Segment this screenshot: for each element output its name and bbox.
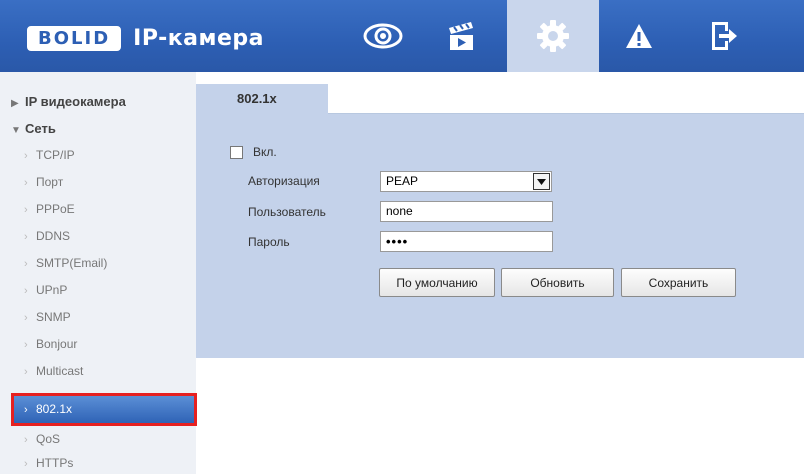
auth-select[interactable]: PEAP <box>380 171 552 192</box>
sidebar-item-label: UPnP <box>36 283 68 297</box>
tab-bar: 802.1x <box>196 84 804 114</box>
chevron-down-icon[interactable] <box>533 173 550 190</box>
sidebar-section-label: IP видеокамера <box>25 94 126 109</box>
gear-icon <box>537 20 569 52</box>
sidebar-item-label: Multicast <box>36 364 84 378</box>
nav-alarm[interactable] <box>608 0 670 72</box>
sidebar-item-label: SMTP(Email) <box>36 256 108 270</box>
default-button[interactable]: По умолчанию <box>379 268 495 297</box>
top-header: BOLID IP-камера <box>0 0 804 72</box>
sidebar-item-label: PPPoE <box>36 202 75 216</box>
sidebar-item-label: Bonjour <box>36 337 78 351</box>
chevron-right-icon: › <box>24 339 28 351</box>
sidebar-item-label: TCP/IP <box>36 148 75 162</box>
sidebar-item-multicast[interactable]: › Multicast <box>0 358 196 385</box>
sidebar-item-port[interactable]: › Порт <box>0 169 196 196</box>
password-input[interactable]: •••• <box>380 231 553 252</box>
chevron-right-icon: › <box>24 285 28 297</box>
sidebar-item-802-1x[interactable]: › 802.1x <box>11 393 197 426</box>
expand-arrow-icon: ▶ <box>11 98 19 109</box>
sidebar-item-ddns[interactable]: › DDNS <box>0 223 196 250</box>
sidebar-item-bonjour[interactable]: › Bonjour <box>0 331 196 358</box>
nav-logout[interactable] <box>693 0 755 72</box>
sidebar-item-label: QoS <box>36 432 61 446</box>
clapperboard-icon <box>449 22 473 50</box>
enable-label: Вкл. <box>253 145 277 159</box>
eye-icon <box>363 23 403 49</box>
chevron-right-icon: › <box>24 231 28 243</box>
warning-icon <box>626 24 652 48</box>
password-label: Пароль <box>248 235 290 249</box>
sidebar-item-upnp[interactable]: › UPnP <box>0 277 196 304</box>
chevron-right-icon: › <box>24 204 28 216</box>
sidebar-item-https[interactable]: › HTTPs <box>0 450 196 474</box>
save-button[interactable]: Сохранить <box>621 268 736 297</box>
sidebar-item-qos[interactable]: › QoS <box>0 426 196 453</box>
sidebar-section-network[interactable]: ▼ Сеть <box>0 115 196 142</box>
nav-settings[interactable] <box>507 0 599 72</box>
tab-802-1x[interactable]: 802.1x <box>196 84 328 114</box>
nav-live-view[interactable] <box>352 0 414 72</box>
bolid-logo: BOLID <box>27 25 122 51</box>
sidebar-section-label: Сеть <box>25 121 56 136</box>
sidebar-item-label: SNMP <box>36 310 71 324</box>
sidebar-item-pppoe[interactable]: › PPPoE <box>0 196 196 223</box>
enable-row: Вкл. <box>230 144 277 160</box>
auth-label: Авторизация <box>248 174 320 188</box>
sidebar-item-snmp[interactable]: › SNMP <box>0 304 196 331</box>
sidebar-item-label: HTTPs <box>36 456 74 470</box>
user-input[interactable]: none <box>380 201 553 222</box>
refresh-button[interactable]: Обновить <box>501 268 614 297</box>
chevron-right-icon: › <box>24 177 28 189</box>
user-label: Пользователь <box>248 205 326 219</box>
enable-checkbox[interactable] <box>230 145 243 159</box>
sidebar-section-camera[interactable]: ▶ IP видеокамера <box>0 88 196 115</box>
chevron-right-icon: › <box>24 458 28 470</box>
sidebar-item-label: Порт <box>36 175 64 189</box>
chevron-right-icon: › <box>24 258 28 270</box>
auth-select-value: PEAP <box>386 174 419 188</box>
sidebar-item-smtp[interactable]: › SMTP(Email) <box>0 250 196 277</box>
collapse-arrow-icon: ▼ <box>11 125 21 136</box>
sidebar-item-label: DDNS <box>36 229 71 243</box>
chevron-right-icon: › <box>24 404 28 416</box>
sidebar-item-tcpip[interactable]: › TCP/IP <box>0 142 196 169</box>
brand-logo: BOLID IP-камера <box>27 24 264 52</box>
app-title: IP-камера <box>133 25 264 51</box>
exit-icon <box>712 22 737 50</box>
chevron-right-icon: › <box>24 312 28 324</box>
nav-playback[interactable] <box>430 0 492 72</box>
logo-text: BOLID <box>38 27 111 49</box>
chevron-right-icon: › <box>24 150 28 162</box>
chevron-right-icon: › <box>24 366 28 378</box>
sidebar-item-label: 802.1x <box>36 402 73 416</box>
